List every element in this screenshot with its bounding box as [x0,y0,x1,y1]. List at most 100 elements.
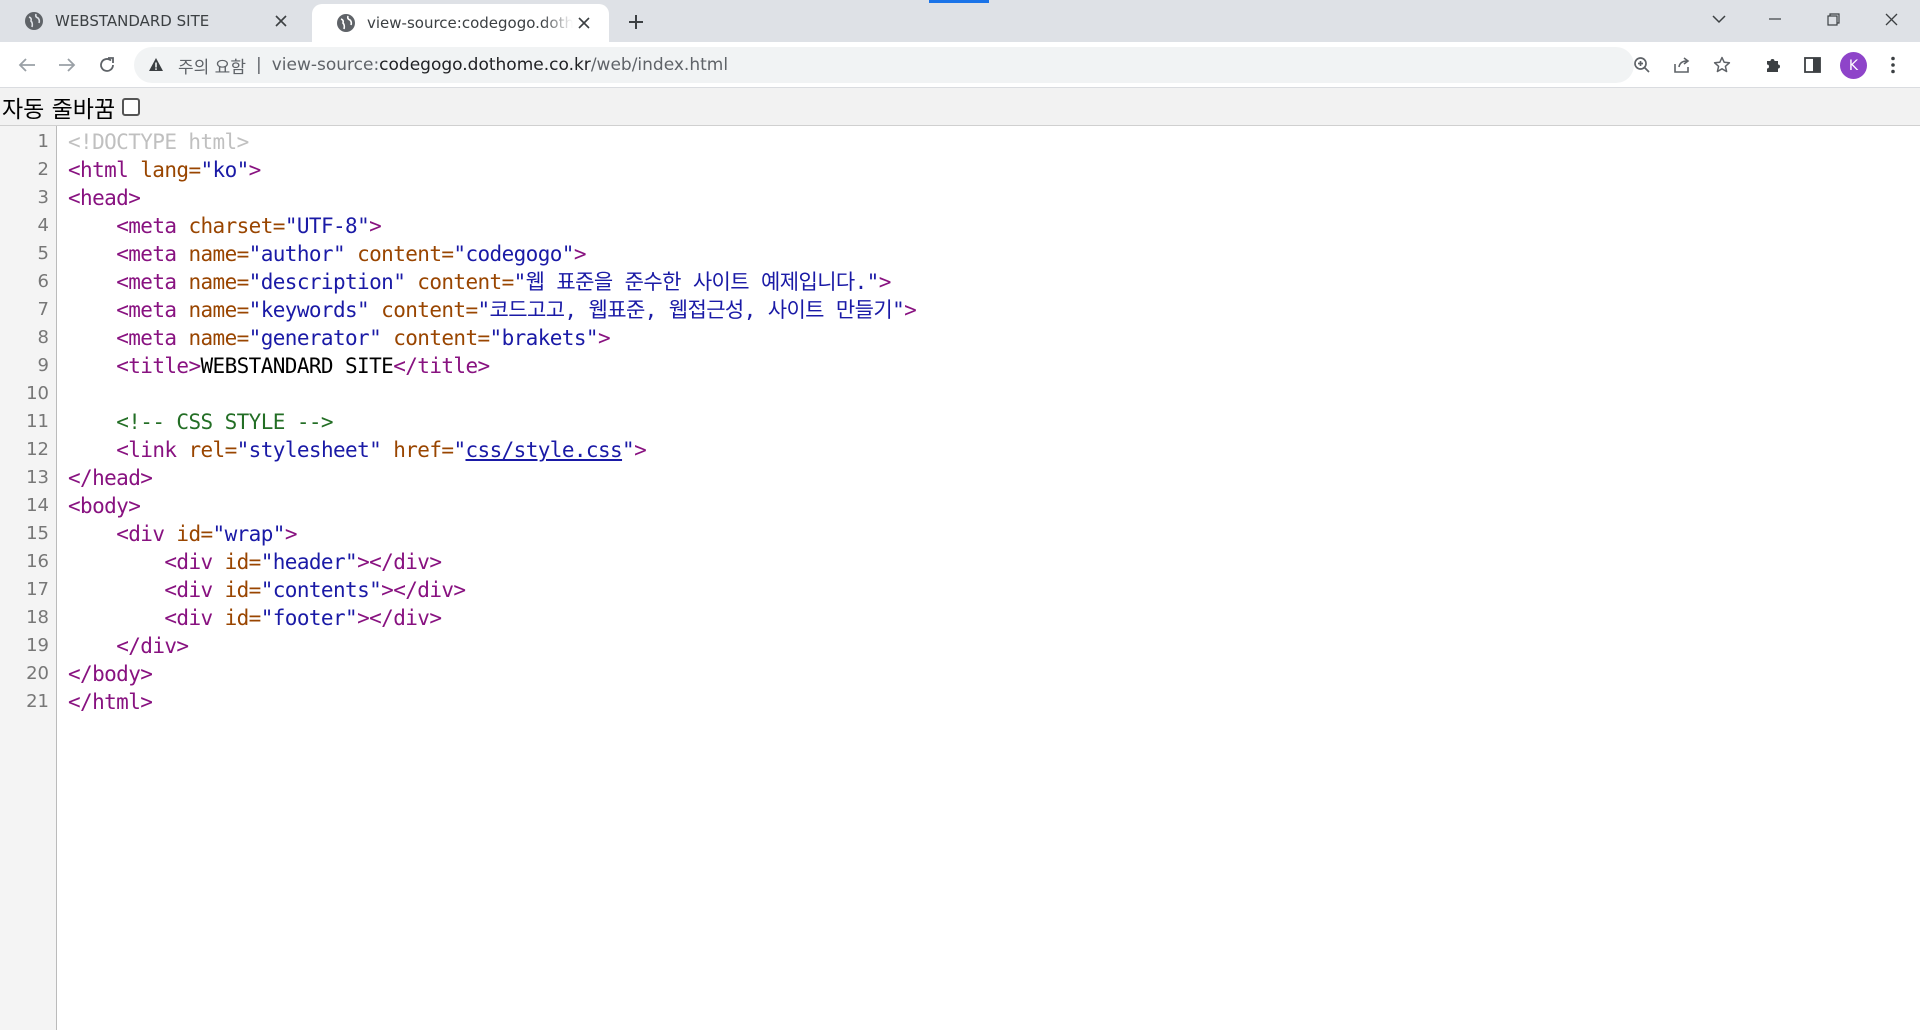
line-number: 20 [26,663,49,684]
profile-avatar[interactable]: K [1840,52,1867,79]
value-token: "author" [248,242,346,266]
bookmark-button[interactable] [1709,52,1735,78]
share-icon [1674,57,1690,73]
minimize-button[interactable] [1752,0,1798,38]
line-number: 15 [26,523,49,544]
close-tab-icon[interactable] [573,12,595,34]
line-wrap-checkbox[interactable] [122,97,141,116]
side-panel-button[interactable] [1799,52,1825,78]
source-line: 8 <meta name="generator" content="braket… [0,324,1920,352]
tag-token: > [284,522,298,546]
comment-token: <!-- CSS STYLE --> [116,410,333,434]
extensions-button[interactable] [1760,52,1786,78]
value-token: "wrap" [212,522,286,546]
line-code: <!DOCTYPE html> [68,128,249,156]
close-window-button[interactable] [1868,0,1914,38]
back-button[interactable] [10,48,44,82]
value-token: "keywords" [248,298,370,322]
tab-search-button[interactable] [1696,0,1742,38]
menu-button[interactable] [1880,52,1906,78]
attribute-token: id= [176,522,213,546]
address-bar[interactable]: 주의 요함 | view-source:codegogo.dothome.co.… [134,47,1731,83]
line-code: <meta charset="UTF-8"> [68,212,382,240]
tag-token: ></div> [357,606,442,630]
line-code: <div id="footer"></div> [68,604,442,632]
value-token: "codegogo" [453,242,574,266]
line-wrap-label[interactable]: 자동 줄바꿈 [2,90,115,124]
attribute-token: content= [405,270,514,294]
line-number: 12 [26,439,49,460]
doctype-token: <!DOCTYPE html> [68,130,249,154]
tag-token: <meta [116,214,189,238]
line-code: <meta name="description" content="웹 표준을 … [68,268,891,296]
new-tab-button[interactable] [622,8,650,36]
reload-button[interactable] [90,48,124,82]
value-token: "ko" [200,158,249,182]
attribute-token: content= [345,242,454,266]
url-prefix: view-source: [271,55,380,75]
line-code: <head> [68,184,141,212]
source-line: 19 </div> [0,632,1920,660]
tag-token: <html [68,158,141,182]
tag-token: <div [116,522,177,546]
attribute-token: id= [224,578,262,602]
reload-icon [100,57,114,72]
tag-token: > [904,298,917,322]
attribute-token: id= [224,550,262,574]
stylesheet-link[interactable]: css/style.css [465,438,622,462]
puzzle-icon [1767,59,1780,72]
source-line: 3 <head> [0,184,1920,212]
share-button[interactable] [1669,52,1695,78]
forward-button[interactable] [50,48,84,82]
close-tab-icon[interactable] [270,10,292,32]
tag-token: <meta [116,298,189,322]
tag-token: </title> [393,354,490,378]
value-token: "stylesheet" [236,438,382,462]
attribute-token: content= [381,326,490,350]
tab-webstandard-site[interactable]: WEBSTANDARD SITE [0,0,306,42]
line-wrap-bar: 자동 줄바꿈 [0,88,1920,126]
source-line: 9 <title>WEBSTANDARD SITE</title> [0,352,1920,380]
tag-token: <body> [68,494,141,518]
tag-token: <div [164,550,225,574]
tag-token: ></div> [357,550,442,574]
restore-button[interactable] [1810,0,1856,38]
line-number: 9 [37,355,49,376]
tag-token: <div [164,578,225,602]
plus-icon [629,15,643,29]
tag-token: > [369,214,382,238]
value-token: "UTF-8" [284,214,370,238]
line-code: <!-- CSS STYLE --> [68,408,333,436]
source-line: 20 </body> [0,660,1920,688]
tag-token: > [597,326,611,350]
line-code: <div id="wrap"> [68,520,297,548]
source-line: 1 <!DOCTYPE html> [0,128,1920,156]
zoom-button[interactable] [1629,52,1655,78]
kebab-menu-icon [1891,56,1895,74]
tag-token: </head> [68,466,153,490]
source-line: 13 </head> [0,464,1920,492]
value-token: " [453,438,466,462]
url-text: view-source:codegogo.dothome.co.kr/web/i… [272,55,728,75]
attribute-token: name= [188,326,249,350]
line-number: 8 [37,327,49,348]
source-line: 14 <body> [0,492,1920,520]
value-token: "brakets" [489,326,599,350]
tag-token: <div [164,606,225,630]
line-code: <body> [68,492,141,520]
value-token: "웹 표준을 준수한 사이트 예제입니다." [513,270,880,294]
source-line: 6 <meta name="description" content="웹 표준… [0,268,1920,296]
tag-token: <link [116,438,189,462]
source-line: 12 <link rel="stylesheet" href="css/styl… [0,436,1920,464]
tag-token: <head> [68,186,141,210]
security-warning-label[interactable]: 주의 요함 [178,53,246,78]
tag-token: </body> [68,662,153,686]
tab-view-source[interactable]: view-source:codegogo.dothome.co.kr/web/i… [312,4,609,42]
line-number: 11 [26,411,49,432]
value-token: "코드고고, 웹표준, 웹접근성, 사이트 만들기" [477,298,905,322]
line-code: <link rel="stylesheet" href="css/style.c… [68,436,647,464]
